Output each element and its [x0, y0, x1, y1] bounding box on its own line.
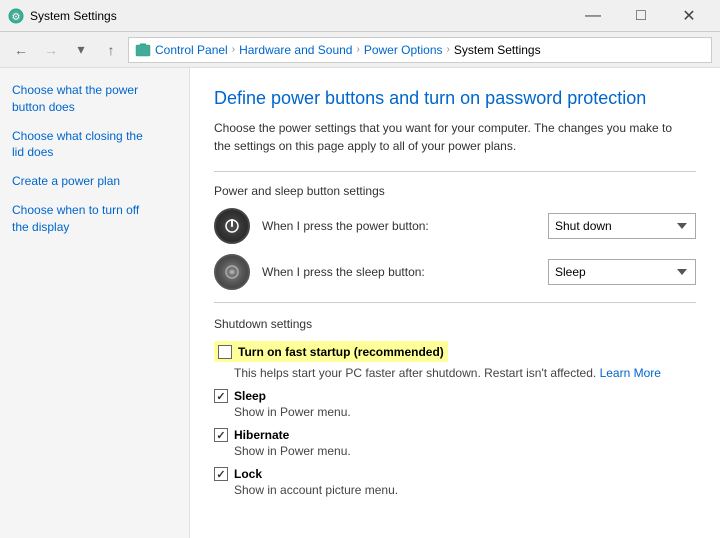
fast-startup-row: Turn on fast startup (recommended): [214, 341, 696, 362]
fast-startup-subtext: This helps start your PC faster after sh…: [234, 366, 696, 380]
fast-startup-label: Turn on fast startup (recommended): [238, 345, 444, 359]
close-button[interactable]: ✕: [666, 2, 712, 30]
sidebar: Choose what the power button does Choose…: [0, 68, 190, 538]
page-title: Define power buttons and turn on passwor…: [214, 88, 696, 109]
sidebar-item-lid[interactable]: Choose what closing the lid does: [0, 122, 189, 168]
forward-button[interactable]: →: [38, 37, 64, 63]
power-sleep-section-label: Power and sleep button settings: [214, 184, 696, 198]
sleep-checkbox-row: Sleep: [214, 388, 696, 403]
page-description: Choose the power settings that you want …: [214, 119, 674, 155]
breadcrumb-power-options[interactable]: Power Options: [364, 43, 443, 57]
up-button[interactable]: ↑: [98, 37, 124, 63]
power-button-label: When I press the power button:: [262, 219, 536, 233]
hibernate-checkbox[interactable]: [214, 428, 228, 442]
breadcrumb-system-settings: System Settings: [454, 43, 541, 57]
fast-startup-checkbox[interactable]: [218, 345, 232, 359]
app-icon: ⚙: [8, 8, 24, 24]
nav-bar: ← → ▾ ↑ Control Panel › Hardware and Sou…: [0, 32, 720, 68]
divider-1: [214, 171, 696, 172]
main-content: Define power buttons and turn on passwor…: [190, 68, 720, 538]
lock-subtext: Show in account picture menu.: [234, 483, 696, 497]
sleep-button-row: When I press the sleep button: Sleep Hib…: [214, 254, 696, 290]
maximize-button[interactable]: □: [618, 2, 664, 30]
hibernate-subtext: Show in Power menu.: [234, 444, 696, 458]
sleep-button-icon: [214, 254, 250, 290]
lock-checkbox[interactable]: [214, 467, 228, 481]
minimize-button[interactable]: —: [570, 2, 616, 30]
breadcrumb: Control Panel › Hardware and Sound › Pow…: [128, 37, 712, 63]
window-controls: — □ ✕: [570, 2, 712, 30]
sidebar-item-power-button[interactable]: Choose what the power button does: [0, 76, 189, 122]
breadcrumb-sep-2: ›: [356, 44, 359, 55]
fast-startup-highlight: Turn on fast startup (recommended): [214, 341, 448, 362]
shutdown-section-label: Shutdown settings: [214, 317, 696, 331]
breadcrumb-sep-1: ›: [232, 44, 235, 55]
power-button-icon: [214, 208, 250, 244]
learn-more-link[interactable]: Learn More: [600, 366, 661, 380]
sleep-subtext: Show in Power menu.: [234, 405, 696, 419]
hibernate-label: Hibernate: [234, 428, 289, 442]
content-area: Choose what the power button does Choose…: [0, 68, 720, 538]
breadcrumb-sep-3: ›: [447, 44, 450, 55]
power-button-row: When I press the power button: Shut down…: [214, 208, 696, 244]
lock-label: Lock: [234, 467, 262, 481]
window-title: System Settings: [30, 9, 117, 23]
breadcrumb-control-panel[interactable]: Control Panel: [155, 43, 228, 57]
back-button[interactable]: ←: [8, 37, 34, 63]
svg-text:⚙: ⚙: [12, 12, 21, 23]
sleep-label: Sleep: [234, 389, 266, 403]
sleep-button-label: When I press the sleep button:: [262, 265, 536, 279]
breadcrumb-hardware-sound[interactable]: Hardware and Sound: [239, 43, 352, 57]
title-bar: ⚙ System Settings — □ ✕: [0, 0, 720, 32]
power-button-dropdown[interactable]: Shut down Sleep Hibernate Turn off the d…: [548, 213, 696, 239]
sidebar-item-create-plan[interactable]: Create a power plan: [0, 167, 189, 196]
sleep-button-dropdown[interactable]: Sleep Hibernate Shut down Do nothing: [548, 259, 696, 285]
sidebar-item-display[interactable]: Choose when to turn off the display: [0, 196, 189, 242]
divider-2: [214, 302, 696, 303]
shutdown-section: Shutdown settings Turn on fast startup (…: [214, 317, 696, 497]
breadcrumb-icon: [135, 42, 151, 58]
hibernate-checkbox-row: Hibernate: [214, 427, 696, 442]
dropdown-button[interactable]: ▾: [68, 37, 94, 63]
lock-checkbox-row: Lock: [214, 466, 696, 481]
sleep-checkbox[interactable]: [214, 389, 228, 403]
